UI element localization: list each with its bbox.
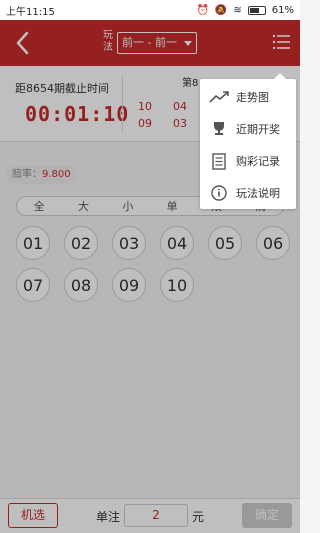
menu-item-purchase-records[interactable]: 购彩记录 — [200, 145, 296, 177]
status-bar: 上午11:15 ⏰ 🔕 ≋ 61% — [0, 0, 300, 20]
menu-item-label: 走势图 — [236, 91, 269, 104]
menu-item-label: 购彩记录 — [236, 155, 280, 168]
menu-item-rules[interactable]: 玩法说明 — [200, 177, 296, 209]
status-icons: ⏰ 🔕 ≋ 61% — [196, 5, 294, 16]
info-icon — [208, 184, 230, 202]
trophy-icon — [208, 120, 230, 138]
menu-item-recent-draws[interactable]: 近期开奖 — [200, 113, 296, 145]
mute-icon: 🔕 — [214, 4, 228, 16]
document-icon — [208, 152, 230, 170]
menu-item-trend[interactable]: 走势图 — [200, 81, 296, 113]
options-dropdown-menu: 走势图 近期开奖 购彩记录 玩法说明 — [200, 73, 296, 209]
alarm-icon: ⏰ — [196, 4, 209, 16]
battery-percent: 61% — [271, 4, 294, 16]
status-time: 上午11:15 — [6, 6, 55, 18]
menu-item-label: 近期开奖 — [236, 123, 280, 136]
trend-icon — [208, 88, 230, 106]
menu-item-label: 玩法说明 — [236, 187, 280, 200]
battery-icon — [247, 5, 266, 15]
wifi-icon: ≋ — [233, 4, 242, 16]
